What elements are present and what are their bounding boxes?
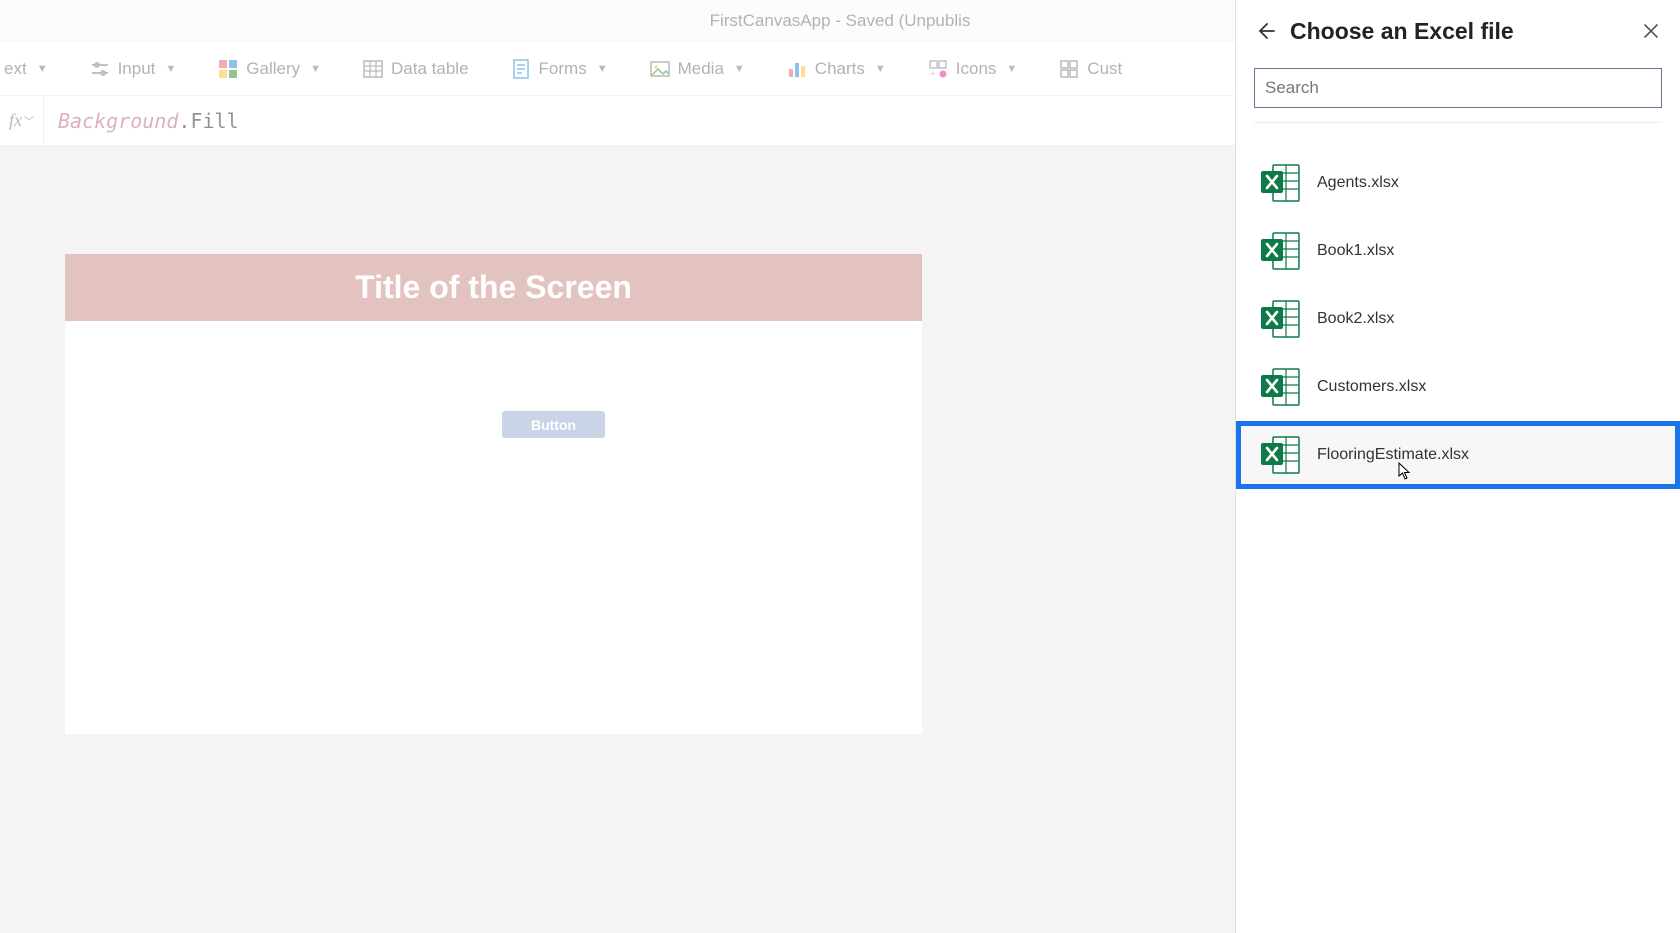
ribbon-item-custom[interactable]: Cust (1059, 59, 1122, 79)
formula-input[interactable]: Background.Fill (44, 109, 239, 133)
chevron-down-icon: ▼ (875, 63, 886, 75)
file-list: Agents.xlsx Book1.xlsx Book2.xlsx Customers… (1236, 123, 1680, 489)
ribbon-label: Input (118, 59, 156, 79)
chevron-down-icon: ▼ (165, 63, 176, 75)
search-input[interactable] (1254, 68, 1662, 108)
ribbon-label: ext (4, 59, 27, 79)
datatable-icon (363, 59, 383, 79)
chevron-down-icon: ▼ (734, 63, 745, 75)
ribbon-item-gallery[interactable]: Gallery ▼ (218, 59, 321, 79)
file-name-label: Customers.xlsx (1317, 378, 1426, 396)
ribbon-label: Data table (391, 59, 469, 79)
input-icon (90, 59, 110, 79)
file-name-label: Book1.xlsx (1317, 242, 1394, 260)
fx-label[interactable]: fx ﹀ (0, 96, 44, 145)
excel-icon (1259, 297, 1303, 341)
forms-icon (511, 59, 531, 79)
svg-text:+: + (931, 71, 935, 78)
ribbon-label: Charts (815, 59, 865, 79)
file-item[interactable]: Customers.xlsx (1236, 353, 1680, 421)
file-name-label: Agents.xlsx (1317, 174, 1399, 192)
canvas-button-label: Button (531, 417, 576, 433)
chevron-down-icon: ▼ (37, 63, 48, 75)
close-button[interactable] (1640, 23, 1662, 39)
file-name-label: FlooringEstimate.xlsx (1317, 446, 1469, 464)
ribbon-item-input[interactable]: Input ▼ (90, 59, 177, 79)
excel-icon (1259, 229, 1303, 273)
formula-token-object: Background (58, 109, 178, 133)
ribbon-label: Gallery (246, 59, 300, 79)
icons-icon: + (928, 59, 948, 79)
arrow-left-icon (1255, 21, 1275, 41)
file-item[interactable]: FlooringEstimate.xlsx (1236, 421, 1680, 489)
file-item[interactable]: Book2.xlsx (1236, 285, 1680, 353)
ribbon-item-icons[interactable]: + Icons ▼ (928, 59, 1018, 79)
file-item[interactable]: Agents.xlsx (1236, 149, 1680, 217)
close-icon (1643, 23, 1659, 39)
custom-icon (1059, 59, 1079, 79)
chevron-down-icon: ▼ (1006, 63, 1017, 75)
chevron-down-icon: ▼ (310, 63, 321, 75)
media-icon (650, 59, 670, 79)
ribbon-label: Icons (956, 59, 997, 79)
excel-icon (1259, 433, 1303, 477)
ribbon-item-datatable[interactable]: Data table (363, 59, 469, 79)
chevron-down-icon: ▼ (597, 63, 608, 75)
ribbon-label: Media (678, 59, 724, 79)
back-button[interactable] (1254, 21, 1276, 41)
excel-icon (1259, 365, 1303, 409)
formula-token-property: .Fill (178, 109, 238, 133)
panel-title: Choose an Excel file (1290, 18, 1626, 45)
ribbon-label: Forms (539, 59, 587, 79)
ribbon-label: Cust (1087, 59, 1122, 79)
file-name-label: Book2.xlsx (1317, 310, 1394, 328)
screen-title-bar[interactable]: Title of the Screen (65, 254, 922, 321)
canvas-button[interactable]: Button (502, 411, 605, 438)
excel-icon (1259, 161, 1303, 205)
ribbon-item-charts[interactable]: Charts ▼ (787, 59, 886, 79)
ribbon-item-text[interactable]: ext ▼ (4, 59, 48, 79)
file-item[interactable]: Book1.xlsx (1236, 217, 1680, 285)
canvas-screen[interactable]: Title of the Screen Button (65, 254, 922, 734)
screen-title-label: Title of the Screen (355, 269, 632, 306)
ribbon-item-forms[interactable]: Forms ▼ (511, 59, 608, 79)
panel-header: Choose an Excel file (1236, 0, 1680, 62)
gallery-icon (218, 59, 238, 79)
chevron-down-icon: ﹀ (24, 113, 34, 128)
panel-search-wrap (1236, 62, 1680, 122)
mouse-cursor-icon (1398, 462, 1412, 480)
ribbon-item-media[interactable]: Media ▼ (650, 59, 745, 79)
charts-icon (787, 59, 807, 79)
fx-text: fx (9, 110, 22, 131)
choose-excel-panel: Choose an Excel file Agents.xlsx Book1.xl… (1235, 0, 1680, 933)
window-title: FirstCanvasApp - Saved (Unpublis (710, 11, 971, 31)
